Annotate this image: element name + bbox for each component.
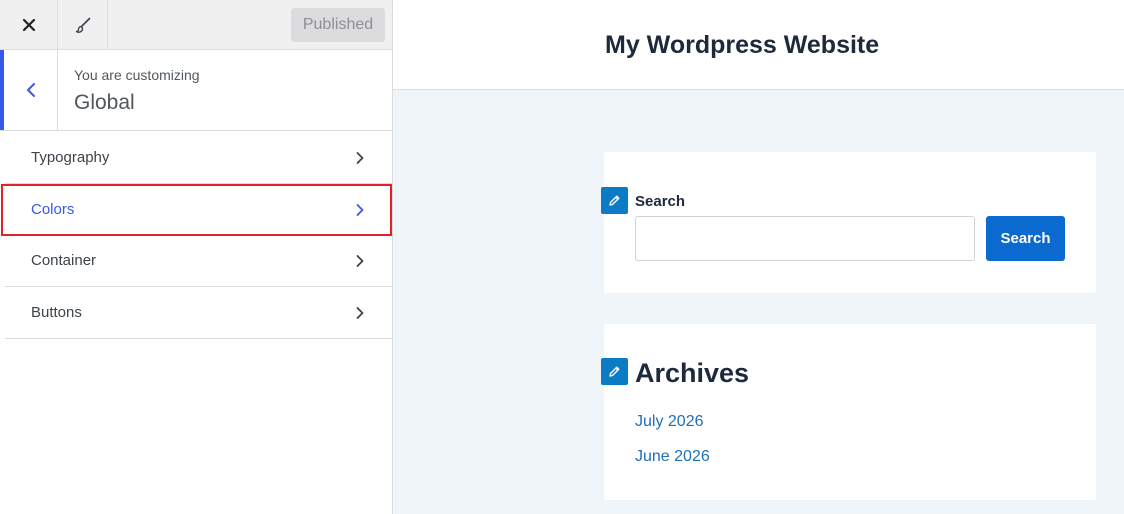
edit-shortcut-button[interactable]	[601, 187, 628, 214]
pencil-icon	[609, 366, 620, 377]
paintbrush-icon	[75, 17, 90, 33]
customize-brush-button[interactable]	[58, 0, 108, 50]
close-icon	[22, 18, 35, 32]
customizer-panel: Published You are customizing Global Typ…	[0, 0, 393, 514]
site-header: My Wordpress Website	[393, 0, 1124, 90]
customizer-topbar: Published	[0, 0, 392, 50]
menu-item-buttons[interactable]: Buttons	[5, 287, 392, 339]
archives-widget: Archives July 2026 June 2026	[601, 324, 1096, 500]
section-title: Global	[74, 91, 135, 114]
chevron-right-icon	[356, 204, 364, 216]
site-title[interactable]: My Wordpress Website	[605, 31, 879, 60]
search-widget: Search Search	[601, 152, 1096, 293]
customizing-label: You are customizing	[74, 67, 200, 83]
menu-item-colors[interactable]: Colors	[1, 184, 392, 236]
published-button[interactable]: Published	[291, 8, 385, 42]
archive-link-july-2026[interactable]: July 2026	[635, 413, 704, 431]
close-button[interactable]	[0, 0, 58, 50]
search-button[interactable]: Search	[986, 216, 1065, 261]
menu-item-label: Buttons	[31, 304, 82, 321]
menu-item-typography[interactable]: Typography	[5, 132, 392, 184]
section-header: You are customizing Global	[0, 50, 392, 131]
edit-shortcut-button[interactable]	[601, 358, 628, 385]
menu-item-label: Container	[31, 252, 97, 269]
menu-item-container[interactable]: Container	[5, 235, 392, 287]
back-button[interactable]	[0, 50, 58, 130]
chevron-right-icon	[356, 152, 364, 164]
chevron-right-icon	[356, 255, 364, 267]
archives-title: Archives	[635, 358, 750, 388]
chevron-right-icon	[356, 307, 364, 319]
archive-link-june-2026[interactable]: June 2026	[635, 448, 710, 466]
site-preview: My Wordpress Website Search Search Archi…	[393, 0, 1124, 514]
search-label: Search	[635, 193, 686, 210]
menu-item-label: Typography	[31, 149, 110, 166]
search-input[interactable]	[635, 216, 975, 261]
menu-item-label: Colors	[31, 201, 75, 218]
chevron-left-icon	[26, 83, 35, 97]
pencil-icon	[609, 195, 620, 206]
